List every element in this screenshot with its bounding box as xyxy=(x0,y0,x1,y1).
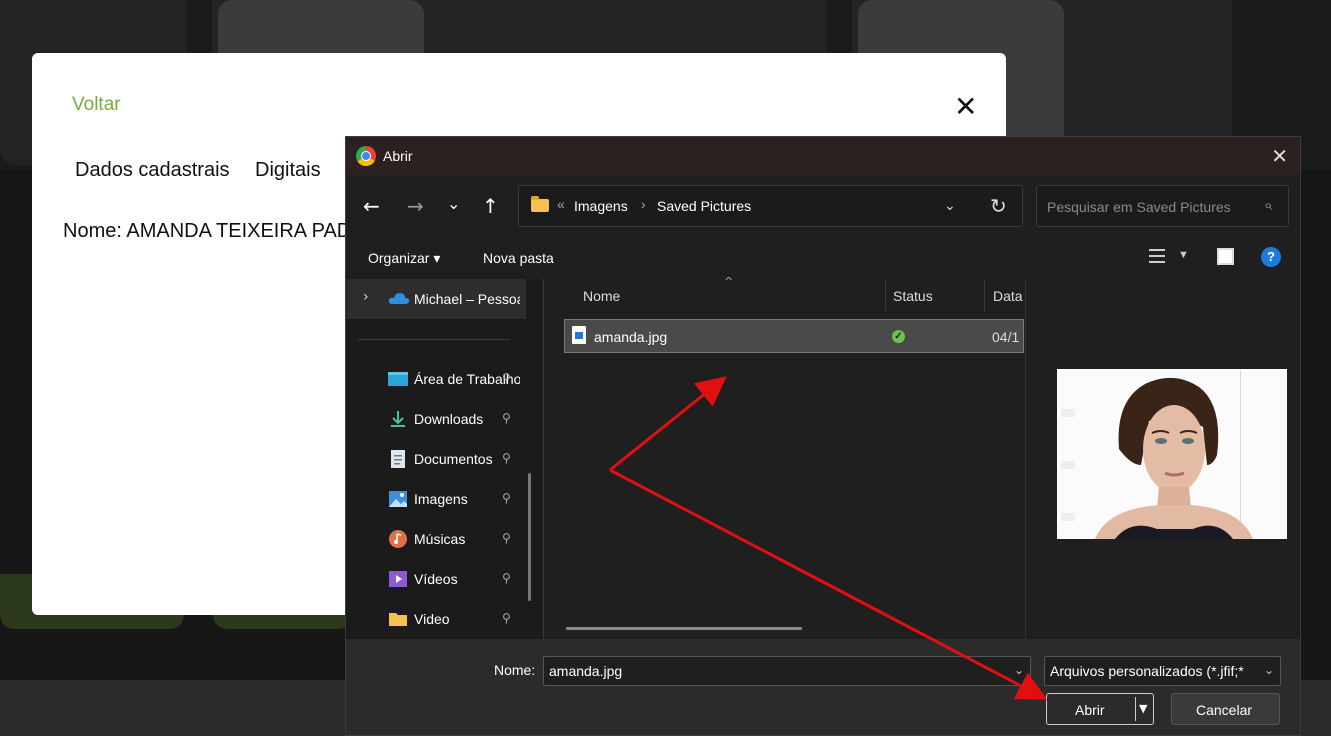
search-input[interactable] xyxy=(1045,194,1249,220)
music-icon xyxy=(389,530,407,548)
desktop-icon xyxy=(388,372,408,386)
image-preview xyxy=(1057,369,1287,539)
column-header-date[interactable]: Data xyxy=(993,288,1023,304)
back-link[interactable]: Voltar xyxy=(72,94,121,116)
address-dropdown-icon[interactable]: ⌄ xyxy=(944,197,956,214)
back-arrow-icon[interactable]: ← xyxy=(363,194,380,218)
sidebar-item-downloads[interactable]: Downloads ⚲ xyxy=(346,399,526,439)
pin-icon[interactable]: ⚲ xyxy=(502,451,511,465)
preview-pane xyxy=(1025,279,1300,639)
sidebar-item-music[interactable]: Músicas ⚲ xyxy=(346,519,526,559)
breadcrumb-separator: › xyxy=(641,196,646,212)
chevron-down-icon[interactable]: ⌄ xyxy=(1260,663,1274,677)
sidebar-item-documents[interactable]: Documentos ⚲ xyxy=(346,439,526,479)
pictures-icon xyxy=(389,491,407,507)
column-header-status[interactable]: Status xyxy=(893,288,933,304)
up-arrow-icon[interactable]: ↑ xyxy=(482,194,499,218)
file-list: ^ Nome Status Data amanda.jpg ✓ 04/1 xyxy=(544,275,1024,639)
pin-icon[interactable]: ⚲ xyxy=(502,531,511,545)
organize-menu[interactable]: Organizar ▾ xyxy=(368,250,440,267)
sync-status-icon: ✓ xyxy=(892,330,905,343)
folder-icon xyxy=(531,196,549,212)
file-type-value: Arquivos personalizados (*.jfif;* xyxy=(1050,663,1244,679)
file-name-value[interactable]: amanda.jpg xyxy=(549,663,622,679)
download-icon xyxy=(391,411,405,427)
column-header-name[interactable]: Nome xyxy=(583,288,620,304)
help-icon[interactable]: ? xyxy=(1261,247,1281,267)
video-icon xyxy=(389,571,407,587)
command-bar: Organizar ▾ Nova pasta ▼ ? xyxy=(346,237,1300,279)
navigation-pane: › Michael – Pessoal Área de Trabalho ⚲ D… xyxy=(346,279,543,639)
tab-dados-cadastrais[interactable]: Dados cadastrais xyxy=(75,159,230,182)
new-folder-button[interactable]: Nova pasta xyxy=(483,250,554,266)
sidebar-item-desktop[interactable]: Área de Trabalho ⚲ xyxy=(346,359,526,399)
folder-icon xyxy=(389,613,407,626)
file-name: amanda.jpg xyxy=(594,329,668,345)
sidebar-item-video-folder[interactable]: Video ⚲ xyxy=(346,599,526,639)
person-name: Nome: AMANDA TEIXEIRA PAD xyxy=(63,220,352,242)
forward-arrow-icon[interactable]: → xyxy=(407,194,424,218)
sidebar-item-onedrive[interactable]: › Michael – Pessoal xyxy=(346,279,526,319)
cancel-button[interactable]: Cancelar xyxy=(1171,693,1280,725)
column-separator[interactable] xyxy=(885,279,886,311)
file-name-label: Nome: xyxy=(494,662,536,678)
file-open-dialog: Abrir ✕ ← → ⌄ ↑ « Imagens › Saved Pictur… xyxy=(345,136,1301,736)
dialog-title: Abrir xyxy=(383,148,413,164)
file-row[interactable]: amanda.jpg ✓ 04/1 xyxy=(564,319,1024,353)
breadcrumb-imagens[interactable]: Imagens xyxy=(574,198,628,214)
navigation-bar: ← → ⌄ ↑ « Imagens › Saved Pictures ⌄ ↻ ⌕ xyxy=(346,175,1300,237)
recent-locations-icon[interactable]: ⌄ xyxy=(447,192,460,216)
search-box[interactable]: ⌕ xyxy=(1036,185,1289,227)
sidebar-scrollbar[interactable] xyxy=(528,473,531,601)
chrome-icon xyxy=(356,146,376,166)
sidebar-item-pictures[interactable]: Imagens ⚲ xyxy=(346,479,526,519)
file-date: 04/1 xyxy=(992,329,1020,345)
open-button[interactable]: Abrir ▼ xyxy=(1046,693,1154,725)
address-bar[interactable]: « Imagens › Saved Pictures ⌄ ↻ xyxy=(518,185,1023,227)
pin-icon[interactable]: ⚲ xyxy=(502,371,511,385)
sidebar-item-videos[interactable]: Vídeos ⚲ xyxy=(346,559,526,599)
tab-digitais[interactable]: Digitais xyxy=(255,159,321,182)
pin-icon[interactable]: ⚲ xyxy=(502,411,511,425)
sort-ascending-icon: ^ xyxy=(724,275,734,288)
refresh-icon[interactable]: ↻ xyxy=(990,194,1007,218)
file-type-select[interactable]: Arquivos personalizados (*.jfif;* ⌄ xyxy=(1044,656,1281,686)
chevron-down-icon[interactable]: ⌄ xyxy=(1014,663,1024,677)
dialog-footer: Nome: amanda.jpg ⌄ Arquivos personalizad… xyxy=(346,639,1300,735)
search-icon[interactable]: ⌕ xyxy=(1264,196,1272,214)
column-separator[interactable] xyxy=(984,279,985,311)
close-icon[interactable]: ✕ xyxy=(1271,144,1288,168)
breadcrumb-saved-pictures[interactable]: Saved Pictures xyxy=(657,198,751,214)
open-options-dropdown-icon[interactable]: ▼ xyxy=(1139,702,1147,715)
close-icon[interactable]: ✕ xyxy=(954,93,977,121)
file-name-field[interactable]: amanda.jpg ⌄ xyxy=(543,656,1031,686)
sidebar-divider xyxy=(358,339,510,340)
preview-pane-icon[interactable] xyxy=(1217,248,1234,265)
image-file-icon xyxy=(572,326,586,344)
breadcrumb-overflow-icon[interactable]: « xyxy=(557,196,565,212)
pin-icon[interactable]: ⚲ xyxy=(502,491,511,505)
chevron-right-icon[interactable]: › xyxy=(363,289,369,305)
dialog-titlebar: Abrir ✕ xyxy=(346,137,1300,175)
view-details-icon[interactable] xyxy=(1149,249,1165,263)
split-divider xyxy=(1135,697,1136,721)
open-button-label: Abrir xyxy=(1075,702,1105,718)
horizontal-scrollbar[interactable] xyxy=(566,627,802,630)
pin-icon[interactable]: ⚲ xyxy=(502,571,511,585)
cloud-icon xyxy=(388,293,410,304)
sidebar-item-label: Michael – Pessoal xyxy=(414,291,520,307)
cancel-button-label: Cancelar xyxy=(1196,702,1253,718)
document-icon xyxy=(391,450,405,468)
view-options-dropdown-icon[interactable]: ▼ xyxy=(1178,249,1189,261)
pin-icon[interactable]: ⚲ xyxy=(502,611,511,625)
